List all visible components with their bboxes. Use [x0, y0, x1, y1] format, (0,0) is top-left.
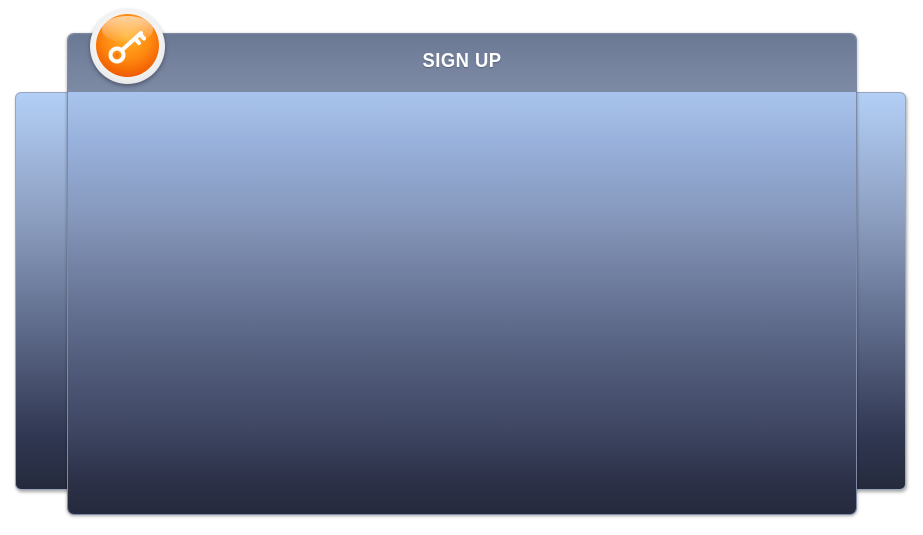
key-icon — [108, 31, 146, 64]
signup-dialog-stage: SIGN UP — [0, 0, 923, 535]
key-badge-orange-disc — [96, 14, 159, 77]
panel-header: SIGN UP — [68, 34, 856, 92]
panel-title: SIGN UP — [422, 50, 502, 72]
panel-body — [68, 92, 856, 514]
signup-panel: SIGN UP — [67, 33, 857, 515]
key-badge — [90, 9, 165, 84]
